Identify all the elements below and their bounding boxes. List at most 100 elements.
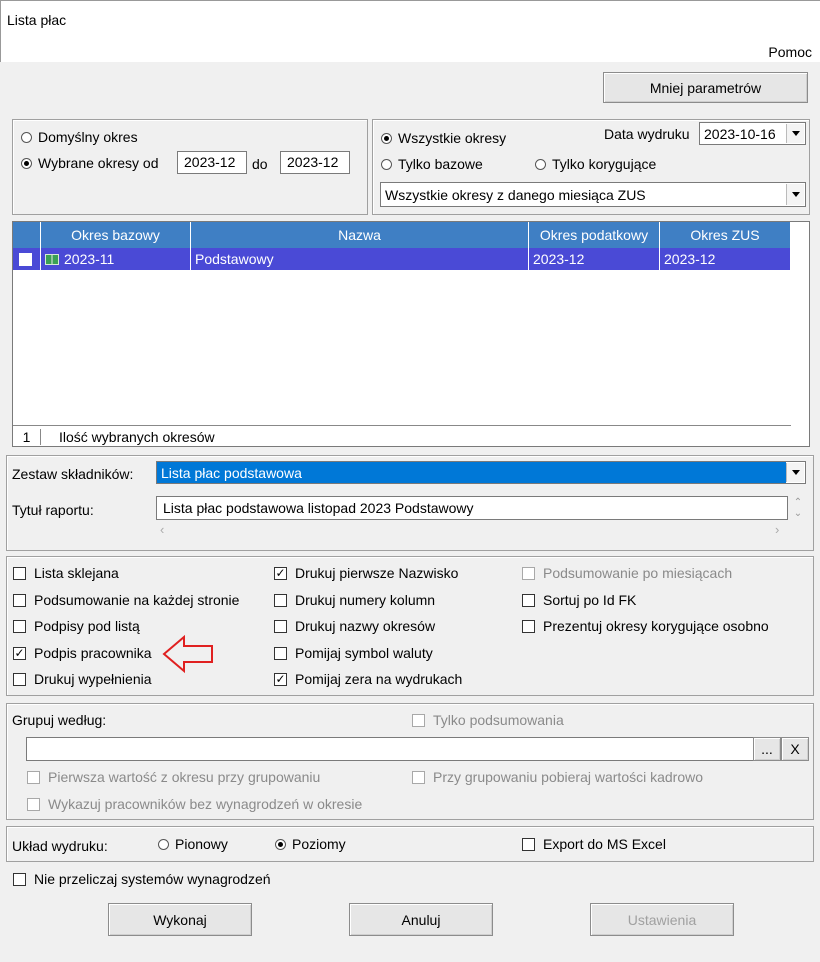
component-set-value: Lista płac podstawowa [157, 462, 786, 483]
hr-values-checkbox: Przy grupowaniu pobieraj wartości kadrow… [412, 769, 703, 785]
employee-signature-checkbox[interactable]: ✓ Podpis pracownika [13, 645, 152, 661]
export-excel-label: Export do MS Excel [543, 836, 666, 852]
first-value-grouping-label: Pierwsza wartość z okresu przy grupowani… [48, 769, 321, 785]
table-row-base-period[interactable]: 2023-11 [41, 248, 191, 270]
checkbox-icon [27, 770, 40, 784]
summary-each-page-checkbox[interactable]: Podsumowanie na każdej stronie [13, 592, 239, 608]
zus-periods-value: Wszystkie okresy z danego miesiąca ZUS [385, 186, 646, 203]
no-salary-employees-checkbox: Wykazuj pracowników bez wynagrodzeń w ok… [27, 796, 362, 812]
print-first-surname-label: Drukuj pierwsze Nazwisko [295, 565, 459, 581]
scroll-left-icon[interactable]: ‹ [160, 522, 164, 537]
all-periods-radio[interactable]: Wszystkie okresy [381, 130, 506, 146]
default-period-radio[interactable]: Domyślny okres [21, 129, 138, 145]
export-excel-checkbox[interactable]: Export do MS Excel [522, 836, 666, 852]
hr-values-label: Przy grupowaniu pobieraj wartości kadrow… [433, 769, 704, 785]
first-value-grouping-checkbox: Pierwsza wartość z okresu przy grupowani… [27, 769, 320, 785]
no-recalc-checkbox[interactable]: Nie przeliczaj systemów wynagrodzeń [13, 871, 271, 887]
grid-header-base-period[interactable]: Okres bazowy [41, 222, 191, 248]
print-first-surname-checkbox[interactable]: ✓ Drukuj pierwsze Nazwisko [274, 565, 458, 581]
summary-only-label: Tylko podsumowania [433, 712, 564, 728]
selected-periods-label: Wybrane okresy od [38, 155, 159, 171]
report-title-spinner[interactable]: ⌃ ⌄ [792, 497, 804, 519]
merged-list-checkbox[interactable]: Lista sklejana [13, 565, 119, 581]
radio-on-icon [21, 157, 32, 169]
component-set-select[interactable]: Lista płac podstawowa [156, 461, 806, 484]
checkbox-checked-icon: ✓ [274, 566, 287, 580]
checkbox-icon [274, 619, 287, 633]
landscape-label: Poziomy [292, 836, 346, 852]
report-title-label: Tytuł raportu: [12, 502, 94, 518]
checkbox-icon [412, 770, 425, 784]
merged-list-label: Lista sklejana [34, 565, 119, 581]
chevron-down-icon[interactable] [786, 124, 804, 143]
checkbox-icon [274, 646, 287, 660]
print-period-names-checkbox[interactable]: Drukuj nazwy okresów [274, 618, 435, 634]
group-by-browse-button[interactable]: ... [753, 737, 781, 761]
period-from-input[interactable]: 2023-12 [177, 151, 247, 174]
print-column-numbers-checkbox[interactable]: Drukuj numery kolumn [274, 592, 435, 608]
skip-currency-symbol-label: Pomijaj symbol waluty [295, 645, 433, 661]
summary-each-page-label: Podsumowanie na każdej stronie [34, 592, 240, 608]
radio-off-icon [381, 158, 392, 170]
print-date-value: 2023-10-16 [704, 125, 776, 142]
cancel-button[interactable]: Anuluj [349, 903, 493, 936]
no-recalc-label: Nie przeliczaj systemów wynagrodzeń [34, 871, 271, 887]
portrait-radio[interactable]: Pionowy [158, 836, 228, 852]
help-menu[interactable]: Pomoc [768, 44, 812, 60]
table-row-name[interactable]: Podstawowy [191, 248, 529, 270]
settings-button: Ustawienia [590, 903, 734, 936]
skip-zeros-label: Pomijaj zera na wydrukach [295, 671, 463, 687]
period-to-label: do [252, 156, 268, 172]
corrective-separately-checkbox[interactable]: Prezentuj okresy korygujące osobno [522, 618, 769, 634]
checkbox-icon [522, 619, 535, 633]
print-fills-checkbox[interactable]: Drukuj wypełnienia [13, 671, 152, 687]
periods-grid[interactable]: Okres bazowy Nazwa Okres podatkowy Okres… [12, 221, 810, 447]
base-only-label: Tylko bazowe [398, 156, 483, 172]
checkbox-icon [13, 619, 26, 633]
sort-by-fk-id-checkbox[interactable]: Sortuj po Id FK [522, 592, 636, 608]
skip-currency-symbol-checkbox[interactable]: Pomijaj symbol waluty [274, 645, 433, 661]
grid-header-tax-period[interactable]: Okres podatkowy [529, 222, 660, 248]
red-arrow-annotation [162, 634, 213, 674]
grid-header-zus-period[interactable]: Okres ZUS [660, 222, 791, 248]
table-row-tax-period[interactable]: 2023-12 [529, 248, 660, 270]
window-title: Lista płac [7, 12, 67, 28]
checkbox-icon [412, 713, 425, 727]
print-period-names-label: Drukuj nazwy okresów [295, 618, 436, 634]
checkbox-icon [13, 672, 26, 686]
table-row-checkbox[interactable]: ✓ [13, 248, 41, 270]
report-title-input[interactable]: Lista płac podstawowa listopad 2023 Pods… [156, 496, 788, 520]
corrective-only-radio[interactable]: Tylko korygujące [535, 156, 656, 172]
less-parameters-button[interactable]: Mniej parametrów [603, 72, 808, 103]
radio-off-icon [21, 131, 32, 143]
period-filter-group: Wszystkie okresy Data wydruku 2023-10-16… [372, 119, 810, 215]
default-period-label: Domyślny okres [38, 129, 138, 145]
chevron-down-icon[interactable] [786, 463, 804, 482]
corrective-separately-label: Prezentuj okresy korygujące osobno [543, 618, 769, 634]
checkbox-checked-icon[interactable]: ✓ [19, 252, 32, 266]
checkbox-icon [13, 566, 26, 580]
table-row-zus-period[interactable]: 2023-12 [660, 248, 791, 270]
chevron-down-icon[interactable] [786, 184, 804, 205]
checkbox-checked-icon: ✓ [274, 672, 287, 686]
period-to-input[interactable]: 2023-12 [280, 151, 350, 174]
no-salary-employees-label: Wykazuj pracowników bez wynagrodzeń w ok… [48, 796, 363, 812]
scroll-right-icon[interactable]: › [775, 522, 779, 537]
portrait-label: Pionowy [175, 836, 228, 852]
landscape-radio[interactable]: Poziomy [275, 836, 346, 852]
monthly-summary-checkbox: Podsumowanie po miesiącach [522, 565, 732, 581]
selected-periods-radio[interactable]: Wybrane okresy od [21, 155, 158, 171]
base-only-radio[interactable]: Tylko bazowe [381, 156, 483, 172]
checkbox-icon [13, 872, 26, 886]
run-button[interactable]: Wykonaj [108, 903, 252, 936]
grid-header-checkbox-col [13, 222, 41, 248]
group-by-clear-button[interactable]: X [781, 737, 809, 761]
group-by-input[interactable] [26, 737, 754, 761]
skip-zeros-checkbox[interactable]: ✓ Pomijaj zera na wydrukach [274, 671, 462, 687]
zus-periods-select[interactable]: Wszystkie okresy z danego miesiąca ZUS [380, 182, 806, 207]
grid-header-name[interactable]: Nazwa [191, 222, 529, 248]
print-date-picker[interactable]: 2023-10-16 [699, 122, 806, 145]
signatures-under-list-checkbox[interactable]: Podpisy pod listą [13, 618, 140, 634]
print-fills-label: Drukuj wypełnienia [34, 671, 152, 687]
checkbox-checked-icon: ✓ [13, 646, 26, 660]
